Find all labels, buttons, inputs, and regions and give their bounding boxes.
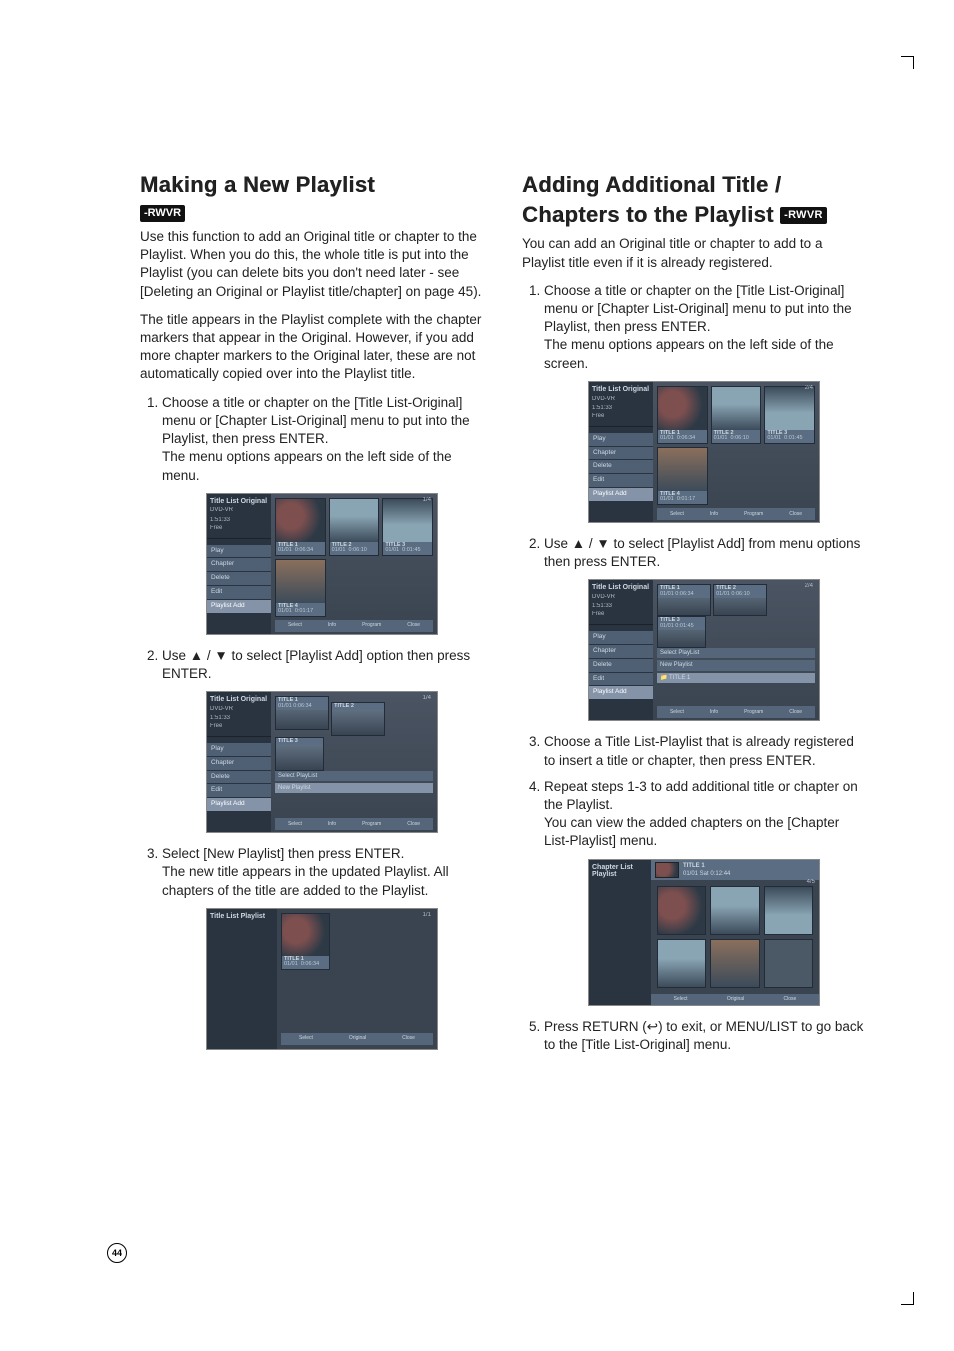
left-column: Making a New Playlist -RWVR Use this fun…	[140, 170, 482, 1064]
left-intro-2: The title appears in the Playlist comple…	[140, 311, 482, 384]
heading-making-playlist: Making a New Playlist	[140, 170, 482, 200]
right-steps: Choose a title or chapter on the [Title …	[522, 282, 864, 1054]
right-step-1: Choose a title or chapter on the [Title …	[544, 282, 864, 523]
left-steps: Choose a title or chapter on the [Title …	[140, 394, 482, 1050]
screenshot-titlelist-original-r1: Title List Original DVD-VR 1:51:33 Free …	[588, 381, 820, 523]
screenshot-titlelist-original-1: Title List Original DVD-VR 1:51:33 Free …	[206, 493, 438, 635]
left-step-1: Choose a title or chapter on the [Title …	[162, 394, 482, 635]
right-step-3: Choose a Title List-Playlist that is alr…	[544, 733, 864, 769]
right-step-2: Use ▲ / ▼ to select [Playlist Add] from …	[544, 535, 864, 721]
right-step-5: Press RETURN (↩) to exit, or MENU/LIST t…	[544, 1018, 864, 1054]
crop-mark-icon	[901, 1292, 914, 1305]
crop-mark-icon	[901, 56, 914, 69]
right-step-4: Repeat steps 1-3 to add additional title…	[544, 778, 864, 1006]
screenshot-select-playlist: Title List Original DVD-VR 1:51:33 Free …	[206, 691, 438, 833]
screenshot-chapterlist-playlist: Chapter List Playlist TITLE 1 01/01 Sat …	[588, 859, 820, 1006]
left-step-3: Select [New Playlist] then press ENTER. …	[162, 845, 482, 1050]
right-intro: You can add an Original title or chapter…	[522, 235, 864, 271]
screenshot-select-playlist-r2: Title List Original DVD-VR 1:51:33 Free …	[588, 579, 820, 721]
left-intro-1: Use this function to add an Original tit…	[140, 228, 482, 301]
badge-rwvr: -RWVR	[140, 205, 185, 222]
left-step-2: Use ▲ / ▼ to select [Playlist Add] optio…	[162, 647, 482, 833]
page-number: 44	[107, 1243, 127, 1263]
heading-adding-title: Adding Additional Title / Chapters to th…	[522, 170, 864, 229]
right-column: Adding Additional Title / Chapters to th…	[522, 170, 864, 1064]
screenshot-titlelist-playlist: Title List Playlist 1/1 TITLE 101/01 0:0…	[206, 908, 438, 1050]
